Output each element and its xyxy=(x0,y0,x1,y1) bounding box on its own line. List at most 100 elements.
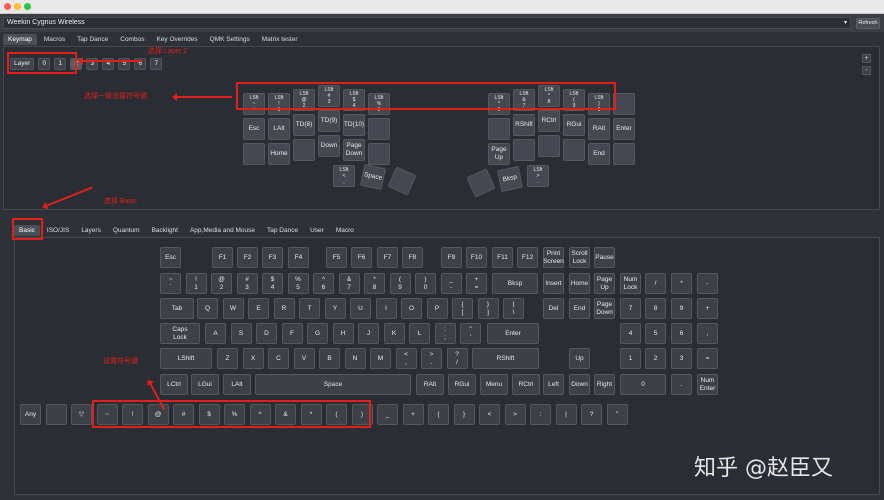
picker-key[interactable]: RGui xyxy=(448,374,476,395)
keymap-key[interactable]: Enter xyxy=(613,118,635,140)
picker-key[interactable]: ? / xyxy=(446,348,468,369)
picker-key[interactable]: 3 xyxy=(671,348,692,369)
keymap-key[interactable]: LSft < , xyxy=(333,165,355,187)
picker-key[interactable]: K xyxy=(383,323,405,344)
picker-key[interactable]: 7 xyxy=(620,298,641,319)
picker-key[interactable]: _ xyxy=(377,404,398,425)
picker-key[interactable]: 6 xyxy=(671,323,692,344)
keymap-key[interactable] xyxy=(293,139,315,161)
picker-key[interactable]: I xyxy=(375,298,397,319)
picker-key[interactable]: F1 xyxy=(212,247,233,268)
keymap-key[interactable] xyxy=(368,143,390,165)
tab-matrix-tester[interactable]: Matrix tester xyxy=(257,34,303,45)
picker-key[interactable]: Num Lock xyxy=(620,273,641,294)
tab-keymap[interactable]: Keymap xyxy=(3,34,37,45)
picker-tab-layers[interactable]: Layers xyxy=(76,225,106,236)
keymap-key[interactable]: Bksp xyxy=(496,165,524,193)
keymap-key[interactable]: TD(10) xyxy=(343,114,365,136)
keymap-key[interactable]: RCtrl xyxy=(538,110,560,132)
keymap-key[interactable]: Page Up xyxy=(488,143,510,165)
picker-key[interactable]: B xyxy=(319,348,340,369)
tab-macros[interactable]: Macros xyxy=(39,34,70,45)
refresh-button[interactable]: Refresh xyxy=(856,18,880,29)
picker-key[interactable]: < xyxy=(479,404,500,425)
picker-key[interactable]: ) 0 xyxy=(415,273,436,294)
picker-tab-user[interactable]: User xyxy=(305,225,329,236)
layer-button-7[interactable]: 7 xyxy=(150,58,163,70)
picker-key[interactable]: Insert xyxy=(543,273,564,294)
picker-tab-backlight[interactable]: Backlight xyxy=(147,225,183,236)
picker-key[interactable]: RAlt xyxy=(416,374,444,395)
keymap-key[interactable]: RShift xyxy=(513,114,535,136)
picker-key[interactable]: U xyxy=(350,298,371,319)
picker-key[interactable]: Page Down xyxy=(594,298,615,319)
device-select[interactable]: Weekin Cygnus Wireless ▾ xyxy=(3,17,851,29)
picker-key[interactable]: * xyxy=(671,273,692,294)
keymap-key[interactable] xyxy=(368,118,390,140)
tab-qmk-settings[interactable]: QMK Settings xyxy=(205,34,255,45)
picker-key[interactable]: F12 xyxy=(517,247,538,268)
picker-key[interactable]: Left xyxy=(543,374,564,395)
picker-key[interactable]: + xyxy=(697,298,718,319)
picker-key[interactable]: D xyxy=(256,323,277,344)
picker-key[interactable]: < , xyxy=(395,348,417,369)
keymap-key[interactable]: LAlt xyxy=(268,118,290,140)
tab-tap-dance[interactable]: Tap Dance xyxy=(72,34,113,45)
picker-key[interactable]: : xyxy=(530,404,551,425)
picker-key[interactable]: 9 xyxy=(671,298,692,319)
picker-key[interactable]: Del xyxy=(543,298,564,319)
picker-key[interactable]: / xyxy=(645,273,666,294)
picker-key[interactable]: F5 xyxy=(326,247,347,268)
keymap-key[interactable]: Home xyxy=(268,143,290,165)
picker-key[interactable]: " ' xyxy=(460,323,481,344)
picker-key[interactable]: Any xyxy=(20,404,41,425)
picker-key[interactable]: * 8 xyxy=(364,273,385,294)
picker-tab-iso-jis[interactable]: ISO/JIS xyxy=(42,225,74,236)
picker-key[interactable]: , xyxy=(697,323,718,344)
keymap-key[interactable]: RAlt xyxy=(588,118,610,140)
picker-key[interactable]: & 7 xyxy=(338,273,360,294)
picker-key[interactable]: A xyxy=(205,323,226,344)
picker-key[interactable]: Caps Lock xyxy=(160,323,200,344)
picker-key[interactable]: Space xyxy=(255,374,411,395)
picker-key[interactable]: F8 xyxy=(402,247,423,268)
keymap-key[interactable] xyxy=(243,143,265,165)
picker-key[interactable] xyxy=(45,404,67,425)
picker-key[interactable]: . xyxy=(671,374,692,395)
picker-key[interactable]: F4 xyxy=(288,247,309,268)
picker-key[interactable]: | xyxy=(555,404,577,425)
keymap-key[interactable]: TD(9) xyxy=(318,110,340,132)
picker-key[interactable]: J xyxy=(358,323,379,344)
picker-key[interactable]: } ] xyxy=(477,298,499,319)
picker-key[interactable]: $ 4 xyxy=(262,273,283,294)
picker-key[interactable]: { xyxy=(428,404,449,425)
picker-tab-quantum[interactable]: Quantum xyxy=(108,225,145,236)
picker-key[interactable]: N xyxy=(344,348,366,369)
picker-key[interactable]: V xyxy=(293,348,315,369)
picker-key[interactable]: ~ ` xyxy=(160,273,181,294)
keymap-key[interactable] xyxy=(563,139,585,161)
picker-key[interactable]: Enter xyxy=(487,323,539,344)
picker-key[interactable]: Home xyxy=(569,273,590,294)
picker-key[interactable]: # 3 xyxy=(236,273,258,294)
picker-key[interactable]: 5 xyxy=(645,323,666,344)
picker-key[interactable]: % 5 xyxy=(287,273,309,294)
picker-key[interactable]: 0 xyxy=(620,374,666,395)
picker-key[interactable]: O xyxy=(401,298,422,319)
picker-key[interactable]: > . xyxy=(421,348,442,369)
picker-key[interactable]: Num Enter xyxy=(697,374,718,395)
picker-tab-tap-dance[interactable]: Tap Dance xyxy=(262,225,303,236)
picker-key[interactable]: ^ 6 xyxy=(313,273,334,294)
picker-key[interactable]: Print Screen xyxy=(543,247,564,268)
close-window-button[interactable] xyxy=(4,3,11,10)
picker-key[interactable]: F10 xyxy=(466,247,487,268)
picker-key[interactable]: H xyxy=(332,323,354,344)
picker-key[interactable]: P xyxy=(426,298,448,319)
picker-key[interactable]: End xyxy=(569,298,590,319)
picker-key[interactable]: C xyxy=(268,348,289,369)
picker-key[interactable]: F11 xyxy=(492,247,513,268)
picker-key[interactable]: F9 xyxy=(441,247,462,268)
picker-key[interactable]: Down xyxy=(569,374,590,395)
zoom-window-button[interactable] xyxy=(24,3,31,10)
zoom-in-button[interactable]: + xyxy=(862,54,871,63)
